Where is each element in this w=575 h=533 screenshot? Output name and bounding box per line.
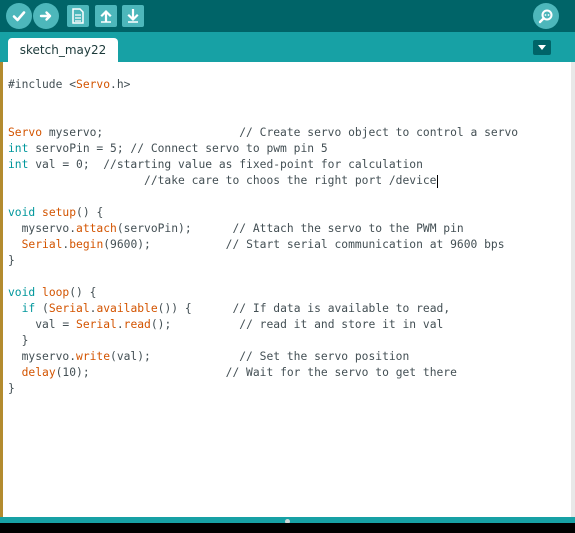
code-token: .h> <box>110 78 131 91</box>
code-token: void <box>8 286 36 299</box>
code-line: myservo.write(val); // Set the servo pos… <box>8 349 518 365</box>
code-token: myservo; // Create servo object to contr… <box>42 126 519 139</box>
code-token: loop <box>42 286 70 299</box>
code-token: ()) { // If data is available to read, <box>157 302 451 315</box>
code-token: } <box>8 382 15 395</box>
tab-label: sketch_may22 <box>19 43 107 57</box>
code-token: val = <box>8 318 77 331</box>
code-token: Serial <box>21 238 63 251</box>
tab-menu-button[interactable] <box>533 40 551 55</box>
code-token: (servoPin); // Attach the servo to the P… <box>116 222 464 235</box>
arrow-up-icon <box>100 9 112 23</box>
code-token: delay <box>21 366 56 379</box>
code-token: int <box>8 158 29 171</box>
checkmark-icon <box>12 11 26 22</box>
arrow-right-icon <box>39 11 52 21</box>
tab-bar: sketch_may22 <box>0 32 575 62</box>
code-token: begin <box>69 238 104 251</box>
code-token: } <box>8 254 15 267</box>
code-editor[interactable]: #include <Servo.h> Servo myservo; // Crea… <box>0 62 575 517</box>
arrow-down-icon <box>127 9 139 23</box>
code-line: #include <Servo.h> <box>8 77 518 93</box>
code-token: //take care to choos the right port /dev… <box>8 174 437 187</box>
vertical-scrollbar[interactable] <box>571 62 575 517</box>
code-token: myservo. <box>8 350 77 363</box>
console-area <box>0 523 575 533</box>
code-token: int <box>8 142 29 155</box>
tab-sketch[interactable]: sketch_may22 <box>8 38 118 62</box>
code-token: setup <box>42 206 77 219</box>
code-token: attach <box>76 222 117 235</box>
magnifier-icon <box>538 9 553 24</box>
code-token: () { <box>69 286 97 299</box>
code-token: Servo <box>8 126 43 139</box>
code-token: } <box>8 334 29 347</box>
code-line: void loop() { <box>8 285 518 301</box>
code-token: Serial <box>76 318 117 331</box>
code-token: read <box>123 318 151 331</box>
new-button[interactable] <box>67 5 89 27</box>
code-token: void <box>8 206 36 219</box>
new-file-icon <box>72 8 84 24</box>
serial-monitor-button[interactable] <box>533 3 559 29</box>
code-token: myservo. <box>8 222 77 235</box>
code-line: } <box>8 253 518 269</box>
code-token: (9600); // Start serial communication at… <box>103 238 505 251</box>
code-token: available <box>96 302 158 315</box>
verify-button[interactable] <box>6 3 32 29</box>
code-line: int servoPin = 5; // Connect servo to pw… <box>8 141 518 157</box>
code-token: val = 0; //starting value as fixed-point… <box>28 158 423 171</box>
code-token: (); // read it and store it in val <box>150 318 444 331</box>
triangle-down-icon <box>538 45 546 50</box>
text-cursor <box>437 174 439 188</box>
code-token: Serial <box>48 302 90 315</box>
code-line: if (Serial.available()) { // If data is … <box>8 301 518 317</box>
code-token: if <box>21 302 36 315</box>
code-token: () { <box>76 206 104 219</box>
code-token: write <box>76 350 111 363</box>
code-line: val = Serial.read(); // read it and stor… <box>8 317 518 333</box>
open-button[interactable] <box>95 5 117 27</box>
code-line: myservo.attach(servoPin); // Attach the … <box>8 221 518 237</box>
code-line: } <box>8 381 518 397</box>
code-token: (10); // Wait for the servo to get there <box>55 366 457 379</box>
code-token: . <box>116 318 124 331</box>
code-area[interactable]: #include <Servo.h> Servo myservo; // Crea… <box>8 77 518 397</box>
save-button[interactable] <box>122 5 144 27</box>
code-token: (val); // Set the servo position <box>110 350 410 363</box>
toolbar <box>0 0 575 32</box>
code-token: servoPin = 5; // Connect servo to pwm pi… <box>28 142 328 155</box>
code-line: } <box>8 333 518 349</box>
code-line: //take care to choos the right port /dev… <box>8 173 518 189</box>
code-line: delay(10); // Wait for the servo to get … <box>8 365 518 381</box>
upload-button[interactable] <box>33 3 59 29</box>
code-line: Servo myservo; // Create servo object to… <box>8 125 518 141</box>
code-token: #include < <box>8 78 77 91</box>
code-line: Serial.begin(9600); // Start serial comm… <box>8 237 518 253</box>
code-line: int val = 0; //starting value as fixed-p… <box>8 157 518 173</box>
editor-gutter <box>0 62 3 517</box>
code-token: Servo <box>76 78 111 91</box>
code-line: void setup() { <box>8 205 518 221</box>
code-token: ( <box>35 302 49 315</box>
